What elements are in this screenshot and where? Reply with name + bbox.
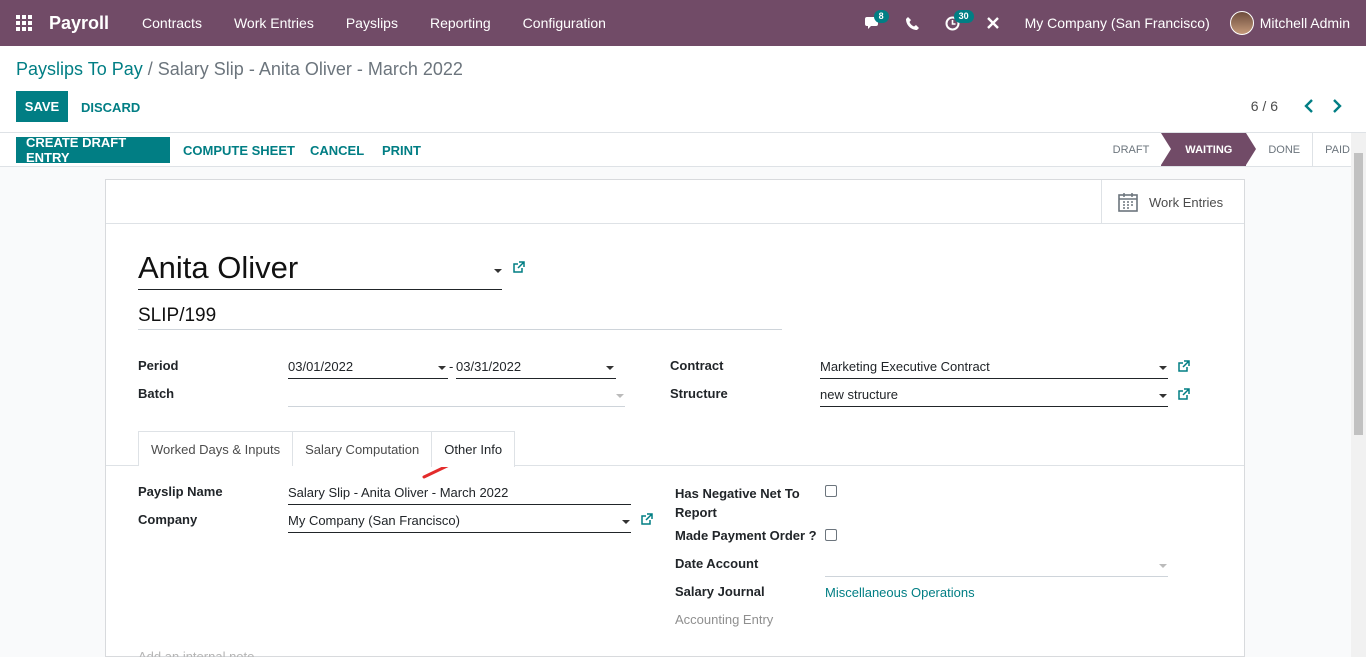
internal-note-field[interactable]: Add an internal note... xyxy=(138,649,265,657)
salary-journal-label: Salary Journal xyxy=(675,584,765,599)
contract-external-link-icon[interactable] xyxy=(1177,360,1190,373)
structure-dropdown-icon[interactable] xyxy=(1159,394,1167,398)
payslip-name-label: Payslip Name xyxy=(138,484,223,499)
top-navbar: Payroll Contracts Work Entries Payslips … xyxy=(0,0,1366,46)
company-switcher[interactable]: My Company (San Francisco) xyxy=(1013,15,1230,31)
negative-net-label-line-1: Has Negative Net To xyxy=(675,486,800,501)
date-account-label: Date Account xyxy=(675,556,759,571)
avatar xyxy=(1229,11,1254,35)
status-stages: DRAFT WAITING DONE PAID xyxy=(1101,133,1350,166)
batch-dropdown-icon[interactable] xyxy=(616,394,624,398)
period-to-field[interactable]: 03/31/2022 xyxy=(456,359,616,379)
print-button[interactable]: PRINT xyxy=(382,137,421,163)
payslip-reference-field[interactable]: SLIP/199 xyxy=(138,305,782,330)
structure-label: Structure xyxy=(670,386,728,401)
calendar-icon xyxy=(1118,193,1138,212)
company-label: Company xyxy=(138,512,198,527)
menu-contracts[interactable]: Contracts xyxy=(126,0,218,46)
activities-count-badge: 30 xyxy=(953,10,974,23)
tools-icon xyxy=(986,17,999,29)
user-name: Mitchell Admin xyxy=(1259,15,1350,31)
breadcrumb-parent-link[interactable]: Payslips To Pay xyxy=(16,59,143,79)
tab-other-info[interactable]: Other Info xyxy=(431,431,516,467)
menu-work-entries[interactable]: Work Entries xyxy=(218,0,330,46)
smart-button-box: Work Entries xyxy=(106,180,1244,224)
period-from-field[interactable]: 03/01/2022 xyxy=(288,359,448,379)
contract-label: Contract xyxy=(670,358,724,373)
save-button[interactable]: SAVE xyxy=(16,91,68,122)
company-dropdown-icon[interactable] xyxy=(622,520,630,524)
messages-count-badge: 8 xyxy=(873,10,889,23)
period-to-dropdown-icon[interactable] xyxy=(606,366,614,370)
company-external-link-icon[interactable] xyxy=(640,513,653,526)
contract-dropdown-icon[interactable] xyxy=(1159,366,1167,370)
cancel-button[interactable]: CANCEL xyxy=(310,137,364,163)
pager-next-icon[interactable] xyxy=(1332,99,1342,113)
period-dash: - xyxy=(449,359,454,374)
accounting-entry-label: Accounting Entry xyxy=(675,612,774,627)
negative-net-label-line-2: Report xyxy=(675,505,717,520)
period-label: Period xyxy=(138,358,179,373)
contract-field[interactable]: Marketing Executive Contract xyxy=(820,359,1168,379)
tab-worked-days-inputs[interactable]: Worked Days & Inputs xyxy=(138,431,294,466)
work-entries-button[interactable]: Work Entries xyxy=(1101,180,1244,224)
compute-sheet-button[interactable]: COMPUTE SHEET xyxy=(183,137,295,163)
stage-paid[interactable]: PAID xyxy=(1313,133,1350,166)
employee-external-link-icon[interactable] xyxy=(512,261,525,274)
stage-draft[interactable]: DRAFT xyxy=(1101,133,1162,166)
stage-waiting[interactable]: WAITING xyxy=(1161,133,1257,166)
employee-field[interactable]: Anita Oliver xyxy=(138,250,502,290)
control-panel: Payslips To Pay / Salary Slip - Anita Ol… xyxy=(0,46,1366,133)
date-account-dropdown-icon[interactable] xyxy=(1159,564,1167,568)
payment-order-checkbox[interactable] xyxy=(825,529,837,541)
messaging-button[interactable]: 8 xyxy=(853,0,893,46)
structure-external-link-icon[interactable] xyxy=(1177,388,1190,401)
debug-tools-button[interactable] xyxy=(973,0,1013,46)
breadcrumb-separator: / xyxy=(147,59,153,79)
app-brand[interactable]: Payroll xyxy=(49,13,109,34)
menu-reporting[interactable]: Reporting xyxy=(414,0,507,46)
pager-previous-icon[interactable] xyxy=(1304,99,1314,113)
company-field[interactable]: My Company (San Francisco) xyxy=(288,513,631,533)
menu-configuration[interactable]: Configuration xyxy=(507,0,622,46)
tab-salary-computation[interactable]: Salary Computation xyxy=(292,431,433,466)
page-scrollbar[interactable] xyxy=(1351,133,1366,657)
stage-done[interactable]: DONE xyxy=(1246,133,1314,166)
form-tabs: Worked Days & Inputs Salary Computation … xyxy=(138,431,516,467)
pager-value[interactable]: 6 / 6 xyxy=(1251,98,1278,114)
create-draft-entry-button[interactable]: CREATE DRAFT ENTRY xyxy=(16,135,170,165)
negative-net-label: Has Negative Net To Report xyxy=(675,484,800,522)
work-entries-label: Work Entries xyxy=(1149,194,1224,210)
phone-icon xyxy=(906,16,920,30)
scrollbar-thumb[interactable] xyxy=(1354,153,1363,435)
form-sheet: Work Entries Anita Oliver SLIP/199 Perio… xyxy=(105,179,1245,657)
user-menu[interactable]: Mitchell Admin xyxy=(1229,11,1366,35)
structure-field[interactable]: new structure xyxy=(820,387,1168,407)
salary-journal-link[interactable]: Miscellaneous Operations xyxy=(825,585,975,600)
phone-button[interactable] xyxy=(893,0,933,46)
employee-dropdown-icon[interactable] xyxy=(494,269,502,273)
negative-net-checkbox[interactable] xyxy=(825,485,837,497)
apps-menu-icon[interactable] xyxy=(0,0,48,46)
discard-button[interactable]: DISCARD xyxy=(81,100,140,115)
period-from-dropdown-icon[interactable] xyxy=(438,366,446,370)
payment-order-label: Made Payment Order ? xyxy=(675,528,817,543)
activities-button[interactable]: 30 xyxy=(933,0,974,46)
status-bar: CREATE DRAFT ENTRY COMPUTE SHEET CANCEL … xyxy=(0,133,1366,167)
breadcrumb-current: Salary Slip - Anita Oliver - March 2022 xyxy=(157,59,463,79)
batch-field[interactable] xyxy=(288,387,625,407)
payslip-name-field[interactable]: Salary Slip - Anita Oliver - March 2022 xyxy=(288,485,631,505)
menu-payslips[interactable]: Payslips xyxy=(330,0,414,46)
breadcrumb: Payslips To Pay / Salary Slip - Anita Ol… xyxy=(16,59,463,80)
date-account-field[interactable] xyxy=(825,557,1168,577)
batch-label: Batch xyxy=(138,386,175,401)
